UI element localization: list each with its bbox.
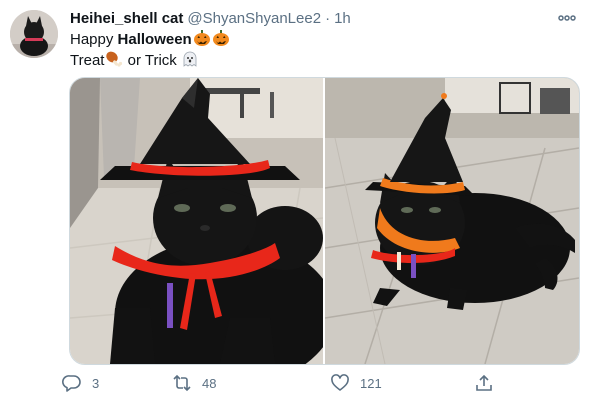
reply-count: 3 (92, 375, 100, 391)
photo-left[interactable] (70, 78, 323, 364)
media-grid (69, 77, 580, 365)
separator: · (325, 9, 331, 27)
tweet[interactable]: Heihei_shell cat @ShyanShyanLee2 · 1h Ha… (0, 0, 593, 402)
tweet-line-1: Happy Halloween (70, 29, 230, 50)
display-name[interactable]: Heihei_shell cat (70, 10, 183, 27)
retweet-count: 48 (202, 375, 217, 391)
share-icon (476, 374, 492, 391)
reply-icon (62, 375, 81, 392)
jack-o-lantern-icon (193, 30, 210, 46)
text-or-trick: or Trick (123, 52, 177, 69)
share-button[interactable] (474, 371, 494, 395)
avatar[interactable] (10, 10, 58, 58)
retweet-button[interactable]: 48 (172, 371, 216, 395)
like-icon (331, 374, 349, 391)
more-icon (558, 15, 576, 21)
action-bar: 3 48 121 (62, 371, 512, 395)
reply-button[interactable]: 3 (62, 371, 99, 395)
more-button[interactable] (555, 8, 579, 28)
handle[interactable]: @ShyanShyanLee2 (187, 10, 321, 27)
text-happy: Happy (70, 31, 118, 48)
text-halloween: Halloween (117, 31, 192, 48)
timestamp[interactable]: 1h (334, 10, 351, 27)
tweet-line-2: Treat or Trick (70, 50, 230, 71)
like-count: 121 (360, 375, 382, 391)
tweet-text: Happy Halloween Treat or Trick (70, 29, 230, 71)
poultry-leg-icon (106, 51, 123, 67)
jack-o-lantern-icon (212, 30, 229, 46)
like-button[interactable]: 121 (330, 371, 382, 395)
retweet-icon (173, 374, 191, 392)
ghost-icon (183, 51, 197, 67)
photo-right[interactable] (325, 78, 579, 364)
text-treat: Treat (70, 52, 105, 69)
tweet-header: Heihei_shell cat @ShyanShyanLee2 · 1h (70, 8, 543, 28)
